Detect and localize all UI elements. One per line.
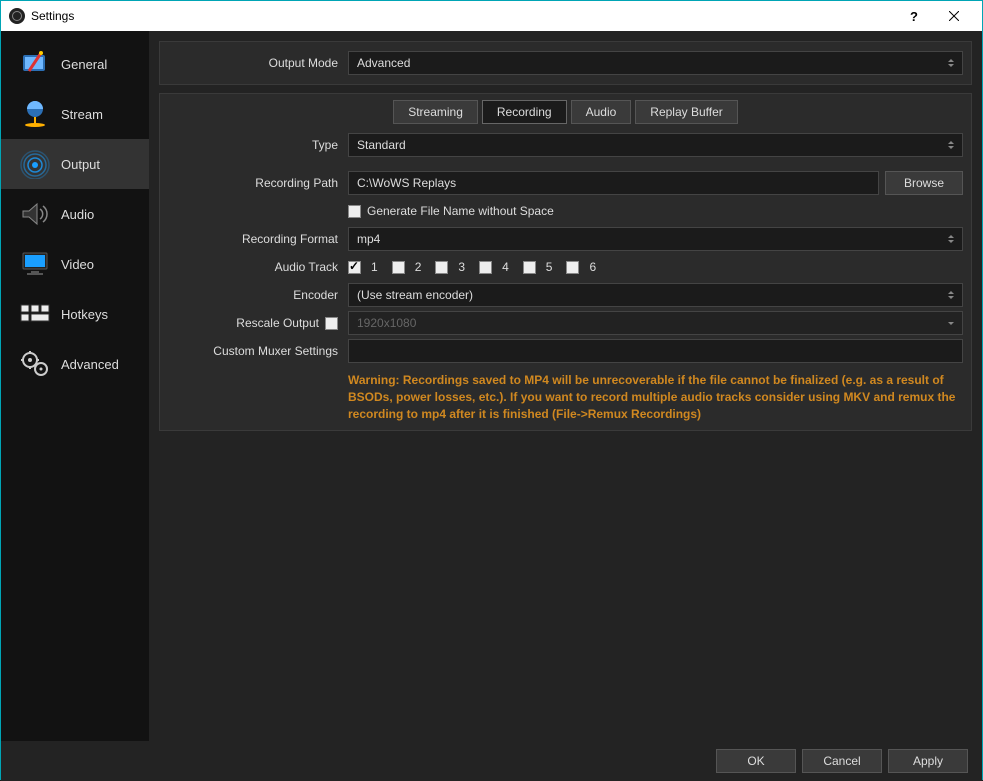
gen-filename-checkbox[interactable] (348, 205, 361, 218)
muxer-label: Custom Muxer Settings (168, 344, 348, 358)
audio-tracks: 1 2 3 4 5 6 (348, 260, 596, 274)
recording-path-label: Recording Path (168, 176, 348, 190)
cancel-button[interactable]: Cancel (802, 749, 882, 773)
main-panel: Output Mode Advanced Streaming Recording… (149, 31, 982, 741)
muxer-input[interactable] (348, 339, 963, 363)
close-button[interactable] (934, 1, 974, 31)
advanced-icon (15, 346, 55, 382)
chevron-updown-icon (944, 54, 958, 72)
tab-streaming[interactable]: Streaming (393, 100, 478, 124)
sidebar-item-audio[interactable]: Audio (1, 189, 149, 239)
track-4-checkbox[interactable] (479, 261, 492, 274)
type-label: Type (168, 138, 348, 152)
track-6-label: 6 (589, 260, 596, 274)
tab-recording[interactable]: Recording (482, 100, 567, 124)
encoder-select[interactable]: (Use stream encoder) (348, 283, 963, 307)
sidebar-item-label: Stream (61, 107, 103, 122)
track-2-label: 2 (415, 260, 422, 274)
rescale-output-checkbox[interactable] (325, 317, 338, 330)
output-mode-section: Output Mode Advanced (159, 41, 972, 85)
rescale-output-select[interactable]: 1920x1080 (348, 311, 963, 335)
track-1-label: 1 (371, 260, 378, 274)
recording-format-select[interactable]: mp4 (348, 227, 963, 251)
window-title: Settings (31, 9, 894, 23)
help-button[interactable]: ? (894, 1, 934, 31)
recording-path-input[interactable]: C:\WoWS Replays (348, 171, 879, 195)
output-tabs: Streaming Recording Audio Replay Buffer (168, 100, 963, 124)
sidebar-item-advanced[interactable]: Advanced (1, 339, 149, 389)
sidebar-item-label: Hotkeys (61, 307, 108, 322)
audio-track-label: Audio Track (168, 260, 348, 274)
audio-icon (15, 196, 55, 232)
obs-icon (9, 8, 25, 24)
general-icon (15, 46, 55, 82)
tab-audio[interactable]: Audio (571, 100, 632, 124)
sidebar-item-video[interactable]: Video (1, 239, 149, 289)
sidebar: General Stream Output Audio Video (1, 31, 149, 741)
sidebar-item-stream[interactable]: Stream (1, 89, 149, 139)
encoder-label: Encoder (168, 288, 348, 302)
tab-replay-buffer[interactable]: Replay Buffer (635, 100, 738, 124)
rescale-output-label: Rescale Output (236, 316, 319, 330)
sidebar-item-label: Advanced (61, 357, 119, 372)
sidebar-item-label: General (61, 57, 107, 72)
chevron-updown-icon (944, 136, 958, 154)
track-5-checkbox[interactable] (523, 261, 536, 274)
track-1-checkbox[interactable] (348, 261, 361, 274)
output-mode-select[interactable]: Advanced (348, 51, 963, 75)
ok-button[interactable]: OK (716, 749, 796, 773)
sidebar-item-hotkeys[interactable]: Hotkeys (1, 289, 149, 339)
gen-filename-label: Generate File Name without Space (367, 204, 554, 218)
chevron-updown-icon (944, 230, 958, 248)
track-3-checkbox[interactable] (435, 261, 448, 274)
chevron-down-icon (944, 314, 958, 332)
output-settings-section: Streaming Recording Audio Replay Buffer … (159, 93, 972, 431)
dialog-footer: OK Cancel Apply (1, 741, 982, 781)
chevron-updown-icon (944, 286, 958, 304)
output-mode-label: Output Mode (168, 56, 348, 70)
track-4-label: 4 (502, 260, 509, 274)
apply-button[interactable]: Apply (888, 749, 968, 773)
output-icon (15, 146, 55, 182)
titlebar: Settings ? (1, 1, 982, 31)
stream-icon (15, 96, 55, 132)
recording-format-label: Recording Format (168, 232, 348, 246)
track-6-checkbox[interactable] (566, 261, 579, 274)
mp4-warning: Warning: Recordings saved to MP4 will be… (348, 366, 963, 422)
video-icon (15, 246, 55, 282)
sidebar-item-label: Video (61, 257, 94, 272)
browse-button[interactable]: Browse (885, 171, 963, 195)
type-select[interactable]: Standard (348, 133, 963, 157)
hotkeys-icon (15, 296, 55, 332)
sidebar-item-label: Output (61, 157, 100, 172)
sidebar-item-output[interactable]: Output (1, 139, 149, 189)
track-3-label: 3 (458, 260, 465, 274)
sidebar-item-general[interactable]: General (1, 39, 149, 89)
track-2-checkbox[interactable] (392, 261, 405, 274)
track-5-label: 5 (546, 260, 553, 274)
sidebar-item-label: Audio (61, 207, 94, 222)
